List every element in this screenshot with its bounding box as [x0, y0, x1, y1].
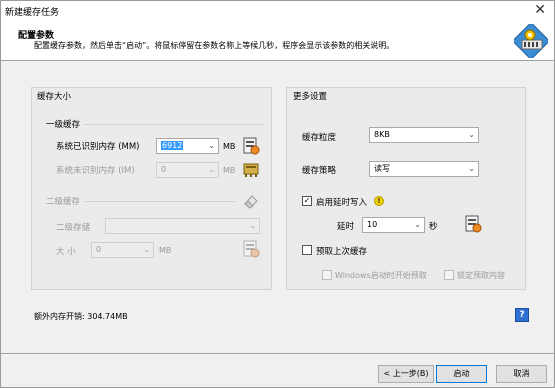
- chevron-down-icon: ⌄: [468, 164, 475, 173]
- prefetch-checkbox[interactable]: [302, 245, 312, 255]
- recognized-memory-label: 系统已识别内存 (MM): [56, 142, 140, 152]
- granularity-label: 缓存粒度: [302, 133, 337, 143]
- wizard-header: 配置参数 配置缓存参数，然后单击“启动”。将鼠标停留在参数名称上等候几秒，程序会…: [1, 21, 554, 61]
- more-settings-title: 更多设置: [293, 92, 328, 102]
- unrecognized-memory-value: 0: [161, 165, 167, 174]
- memory-chip-icon[interactable]: [242, 240, 260, 258]
- strategy-combo[interactable]: 读写 ⌄: [369, 161, 479, 177]
- unrecognized-memory-combo[interactable]: 0 ⌄: [156, 162, 219, 178]
- cache-size-title: 缓存大小: [37, 92, 72, 102]
- memory-chip-icon[interactable]: [242, 137, 260, 155]
- level2-size-unit: MB: [159, 246, 172, 255]
- chevron-down-icon: ⌄: [414, 220, 421, 229]
- more-settings-panel: [286, 87, 526, 290]
- strategy-label: 缓存策略: [302, 166, 337, 176]
- prev-button[interactable]: < 上一步(B): [378, 365, 434, 383]
- chevron-down-icon: ⌄: [468, 130, 475, 139]
- prefetch-on-start-checkbox[interactable]: [322, 270, 332, 280]
- cancel-button[interactable]: 取消: [496, 365, 547, 383]
- eraser-icon[interactable]: [242, 192, 260, 210]
- prefetch-label: 预取上次缓存: [316, 247, 368, 257]
- lock-prefetch-label: 锁定预取内容: [457, 271, 505, 280]
- recognized-memory-value: 6912: [161, 141, 184, 150]
- close-icon[interactable]: ✕: [534, 2, 546, 18]
- unrecognized-memory-unit: MB: [223, 166, 236, 175]
- level2-size-value: 0: [96, 245, 102, 254]
- prefetch-on-start-label: Windows启动时开始预取: [335, 271, 427, 280]
- title-bar: 新建缓存任务 ✕: [1, 1, 554, 21]
- page-description: 配置缓存参数，然后单击“启动”。将鼠标停留在参数名称上等候几秒，程序会显示该参数…: [34, 41, 395, 50]
- granularity-combo[interactable]: 8KB ⌄: [369, 127, 479, 143]
- extra-memory-text: 额外内存开销: 304.74MB: [34, 312, 128, 321]
- memory-chip-icon[interactable]: [242, 161, 260, 179]
- delay-label: 延时: [337, 222, 355, 232]
- level2-divider: [84, 201, 236, 202]
- window-title: 新建缓存任务: [5, 8, 60, 18]
- level2-storage-label: 二级存储: [56, 223, 91, 233]
- recognized-memory-combo[interactable]: 6912 ⌄: [156, 138, 219, 154]
- wizard-gear-icon: [514, 24, 548, 58]
- memory-chip-icon[interactable]: [464, 215, 482, 233]
- warning-icon: !: [374, 196, 384, 206]
- recognized-memory-unit: MB: [223, 142, 236, 151]
- level1-divider: [84, 124, 264, 125]
- delay-write-label: 启用延时写入: [316, 198, 368, 208]
- lock-prefetch-checkbox[interactable]: [444, 270, 454, 280]
- dialog-window: 新建缓存任务 ✕ 配置参数 配置缓存参数，然后单击“启动”。将鼠标停留在参数名称…: [0, 0, 555, 388]
- help-icon[interactable]: ?: [515, 308, 529, 322]
- chevron-down-icon: ⌄: [208, 165, 215, 174]
- chevron-down-icon: ⌄: [208, 141, 215, 150]
- delay-combo[interactable]: 10 ⌄: [362, 217, 425, 233]
- level2-size-label: 大 小: [56, 247, 76, 257]
- delay-unit: 秒: [429, 222, 438, 232]
- level1-cache-title: 一级缓存: [46, 120, 81, 130]
- chevron-down-icon: ⌄: [249, 221, 256, 230]
- level2-cache-title: 二级缓存: [46, 197, 81, 207]
- level2-size-combo[interactable]: 0 ⌄: [91, 242, 154, 258]
- strategy-value: 读写: [374, 164, 390, 173]
- delay-write-checkbox[interactable]: ✓: [302, 196, 312, 206]
- chevron-down-icon: ⌄: [143, 245, 150, 254]
- unrecognized-memory-label: 系统未识别内存 (IM): [56, 166, 135, 176]
- granularity-value: 8KB: [374, 130, 390, 139]
- start-button[interactable]: 启动: [436, 365, 487, 383]
- level2-storage-combo[interactable]: ⌄: [105, 218, 260, 234]
- delay-value: 10: [367, 220, 378, 229]
- footer-divider: [1, 353, 554, 354]
